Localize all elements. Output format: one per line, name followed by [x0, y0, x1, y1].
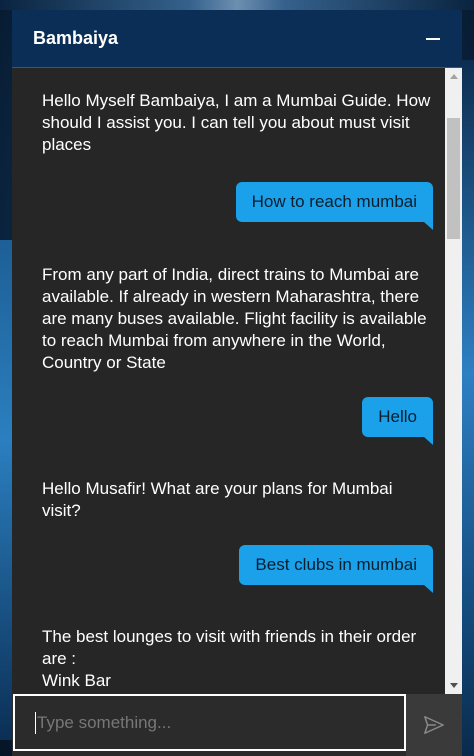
scroll-up-arrow[interactable]	[445, 68, 462, 85]
chat-scrollbar[interactable]	[445, 68, 462, 694]
chevron-up-icon	[449, 74, 458, 79]
send-button[interactable]	[406, 694, 462, 756]
bot-message-text: The best lounges to visit with friends i…	[42, 627, 417, 668]
minimize-button[interactable]	[424, 30, 442, 48]
bot-message-text: Hello Musafir! What are your plans for M…	[42, 479, 393, 520]
user-message: Best clubs in mumbai	[12, 545, 445, 593]
chat-transcript[interactable]: Hello Myself Bambaiya, I am a Mumbai Gui…	[12, 68, 462, 694]
bot-message: From any part of India, direct trains to…	[12, 264, 445, 374]
chat-header: Bambaiya	[12, 10, 462, 68]
chat-title: Bambaiya	[33, 28, 119, 48]
bot-message-text: Wink Bar	[42, 671, 111, 690]
user-message-bubble: Best clubs in mumbai	[239, 545, 433, 593]
scroll-down-arrow[interactable]	[445, 677, 462, 694]
chat-widget: Bambaiya Hello Myself Bambaiya, I am a M…	[12, 10, 462, 756]
background-image-left	[0, 240, 12, 740]
background-image-top	[0, 0, 474, 10]
background-image-right	[462, 60, 474, 756]
chevron-down-icon	[449, 683, 458, 688]
bot-message: The best lounges to visit with friends i…	[12, 626, 445, 670]
bot-message-text: From any part of India, direct trains to…	[42, 265, 427, 372]
text-caret	[35, 711, 36, 734]
bot-message: Hello Myself Bambaiya, I am a Mumbai Gui…	[12, 90, 445, 156]
bot-message: Wink Bar	[12, 670, 445, 692]
user-message-bubble: Hello	[362, 397, 433, 445]
chat-input-bar	[12, 694, 462, 756]
minimize-icon	[426, 37, 440, 40]
bot-message-text: Hello Myself Bambaiya, I am a Mumbai Gui…	[42, 91, 431, 154]
user-message: Hello	[12, 397, 445, 445]
user-message: How to reach mumbai	[12, 182, 445, 230]
send-icon	[424, 716, 444, 734]
bot-message: Hello Musafir! What are your plans for M…	[12, 478, 445, 522]
user-message-bubble: How to reach mumbai	[235, 182, 434, 230]
message-list: Hello Myself Bambaiya, I am a Mumbai Gui…	[12, 68, 445, 694]
message-input[interactable]	[37, 712, 377, 733]
message-input-container[interactable]	[13, 694, 406, 751]
scroll-thumb[interactable]	[447, 118, 460, 239]
